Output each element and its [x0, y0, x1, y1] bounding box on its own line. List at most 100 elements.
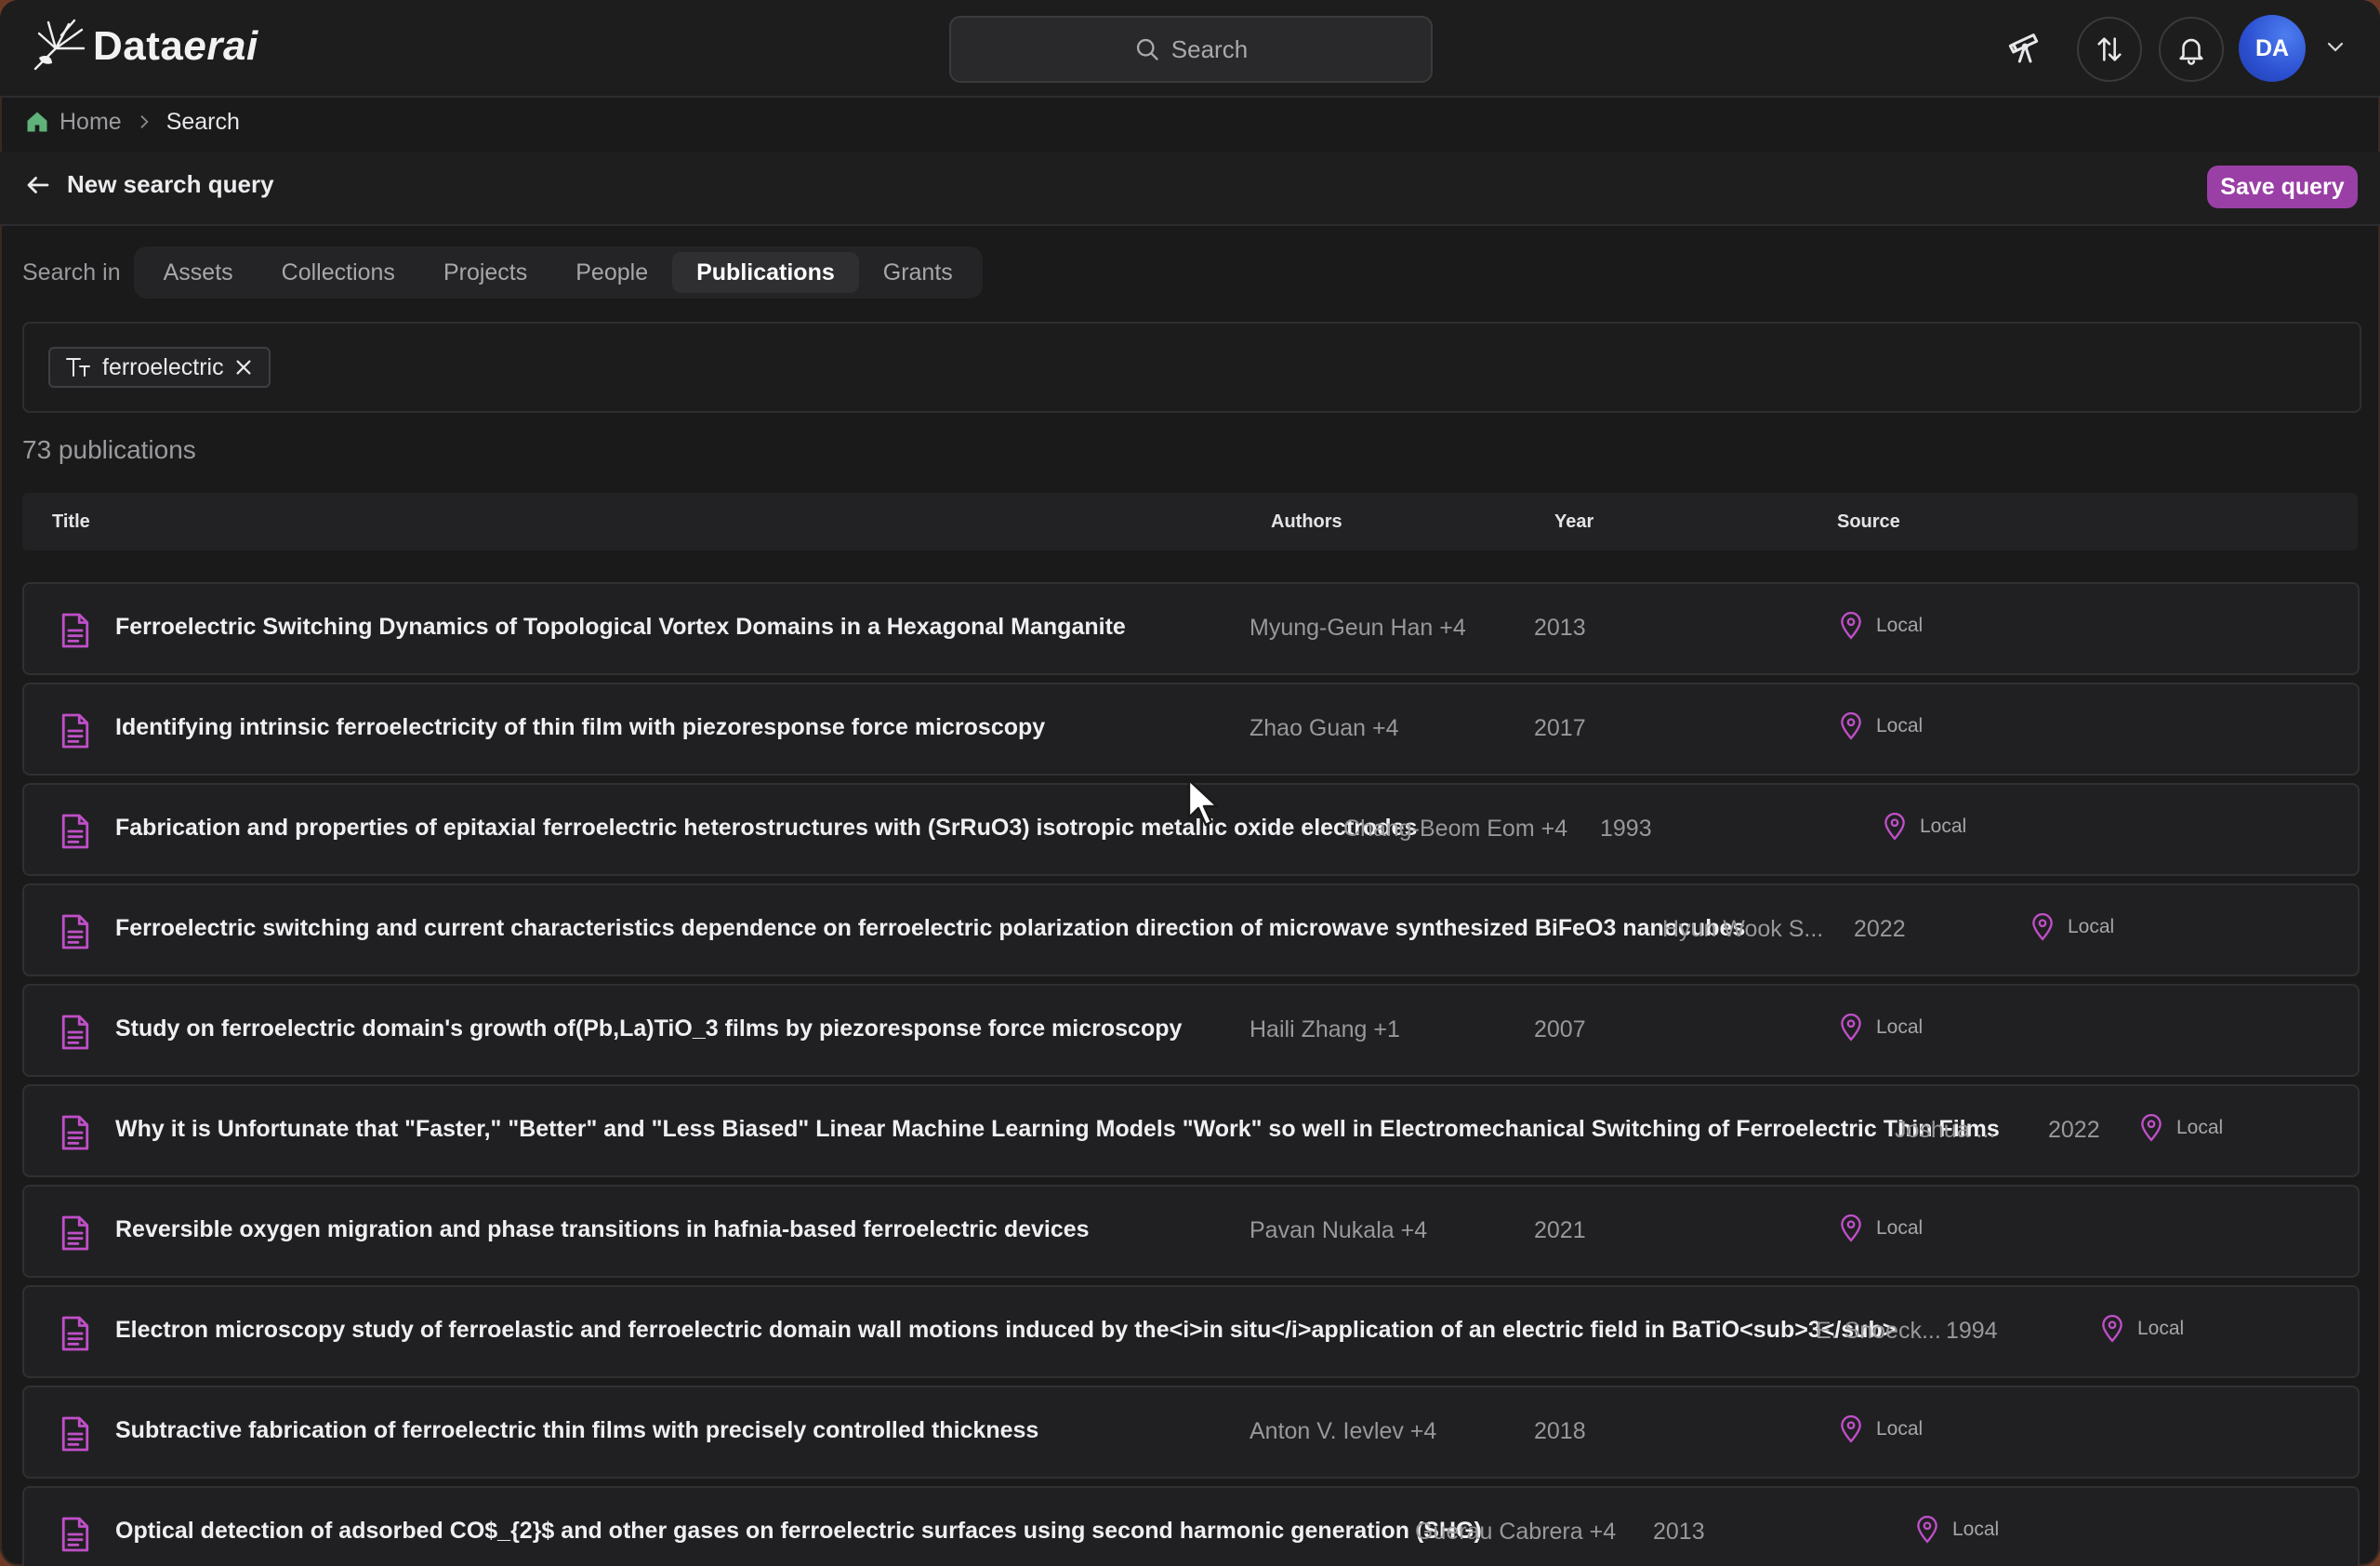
- publication-year: 2022: [2048, 1117, 2100, 1143]
- search-in-label: Search in: [22, 259, 121, 285]
- breadcrumb-home[interactable]: Home: [24, 109, 122, 136]
- telescope-button[interactable]: [1995, 17, 2056, 78]
- back-label: New search query: [67, 170, 274, 198]
- table-row[interactable]: Reversible oxygen migration and phase tr…: [22, 1185, 2360, 1278]
- column-title[interactable]: Title: [52, 511, 90, 533]
- location-pin-icon: [2032, 913, 2053, 941]
- document-icon: [61, 814, 89, 849]
- publication-authors: Chang-Beom Eom +4: [1343, 816, 1568, 842]
- publication-source: Local: [2139, 1114, 2223, 1142]
- source-label: Local: [1876, 1016, 1924, 1038]
- publication-title[interactable]: Ferroelectric switching and current char…: [115, 915, 1745, 942]
- publication-source: Local: [1883, 813, 1966, 841]
- filter-chip-label: ferroelectric: [102, 353, 224, 380]
- logo-text: Dataerai: [93, 23, 258, 70]
- publication-source: Local: [1839, 712, 1923, 740]
- source-label: Local: [1920, 816, 1967, 837]
- logo[interactable]: Dataerai: [28, 17, 258, 76]
- breadcrumb-current: Search: [165, 108, 240, 135]
- tab-people[interactable]: People: [551, 252, 672, 293]
- text-type-icon: [66, 358, 90, 377]
- table-row[interactable]: Ferroelectric Switching Dynamics of Topo…: [22, 582, 2360, 675]
- back-button[interactable]: New search query: [24, 170, 274, 199]
- document-icon: [61, 914, 89, 949]
- result-count: 73 publications: [22, 435, 196, 464]
- publication-title[interactable]: Ferroelectric Switching Dynamics of Topo…: [115, 614, 1126, 641]
- publication-authors: Pavan Nukala +4: [1250, 1217, 1428, 1243]
- search-scope-tabs: Assets Collections Projects People Publi…: [133, 246, 983, 299]
- filter-chip[interactable]: ferroelectric: [48, 347, 271, 388]
- document-icon: [61, 1416, 89, 1452]
- publication-year: 2021: [1534, 1217, 1586, 1243]
- document-icon: [61, 1015, 89, 1050]
- publication-authors: E. Snoeck...: [1816, 1318, 1941, 1344]
- table-row[interactable]: Electron microscopy study of ferroelasti…: [22, 1285, 2360, 1378]
- tab-grants[interactable]: Grants: [859, 252, 977, 293]
- publication-title[interactable]: Optical detection of adsorbed CO$_{2}$ a…: [115, 1518, 1482, 1545]
- save-query-button[interactable]: Save query: [2207, 166, 2358, 208]
- tab-collections[interactable]: Collections: [258, 252, 419, 293]
- publication-source: Local: [1839, 1214, 1923, 1242]
- query-header: New search query Save query: [0, 152, 2380, 226]
- app-window: Dataerai Search DA Home Search New searc…: [0, 0, 2380, 1566]
- source-label: Local: [2176, 1117, 2224, 1138]
- bell-icon: [2179, 38, 2203, 65]
- tab-projects[interactable]: Projects: [419, 252, 551, 293]
- table-row[interactable]: Optical detection of adsorbed CO$_{2}$ a…: [22, 1486, 2360, 1566]
- publication-source: Local: [1839, 612, 1923, 640]
- publication-source: Local: [1839, 1415, 1923, 1443]
- tab-publications[interactable]: Publications: [672, 252, 859, 293]
- publication-title[interactable]: Reversible oxygen migration and phase tr…: [115, 1216, 1090, 1243]
- table-row[interactable]: Study on ferroelectric domain's growth o…: [22, 984, 2360, 1077]
- publication-authors: Joshua ...: [1895, 1117, 1996, 1143]
- filter-input-area[interactable]: ferroelectric: [22, 322, 2361, 413]
- table-row[interactable]: Subtractive fabrication of ferroelectric…: [22, 1386, 2360, 1479]
- location-pin-icon: [1841, 1415, 1861, 1443]
- table-row[interactable]: Identifying intrinsic ferroelectricity o…: [22, 683, 2360, 776]
- publication-authors: Myung-Geun Han +4: [1250, 615, 1466, 641]
- document-icon: [61, 613, 89, 648]
- publication-source: Local: [2100, 1315, 2184, 1343]
- home-icon: [27, 112, 47, 132]
- publication-source: Local: [1915, 1516, 1999, 1544]
- telescope-icon: [2008, 33, 2039, 63]
- publication-authors: Hyun Wook S...: [1662, 916, 1824, 942]
- publication-title[interactable]: Electron microscopy study of ferroelasti…: [115, 1317, 1896, 1344]
- breadcrumb-home-label: Home: [60, 108, 122, 135]
- table-row[interactable]: Ferroelectric switching and current char…: [22, 883, 2360, 976]
- logo-text-prefix: Data: [93, 23, 184, 69]
- breadcrumb: Home Search: [24, 106, 240, 138]
- source-label: Local: [1876, 1217, 1924, 1239]
- chevron-down-icon[interactable]: [2324, 35, 2347, 58]
- publication-year: 2013: [1653, 1519, 1705, 1545]
- logo-text-suffix: erai: [183, 23, 258, 69]
- column-year[interactable]: Year: [1554, 511, 1593, 533]
- publication-title[interactable]: Study on ferroelectric domain's growth o…: [115, 1015, 1182, 1042]
- search-placeholder: Search: [1170, 34, 1249, 63]
- publication-title[interactable]: Why it is Unfortunate that "Faster," "Be…: [115, 1116, 2000, 1143]
- location-pin-icon: [1884, 813, 1905, 841]
- arrow-left-icon: [27, 176, 49, 193]
- chevron-right-icon: [140, 115, 149, 128]
- notifications-button[interactable]: [2159, 17, 2224, 82]
- document-icon: [61, 1115, 89, 1150]
- publication-title[interactable]: Identifying intrinsic ferroelectricity o…: [115, 714, 1045, 741]
- column-source[interactable]: Source: [1837, 511, 1900, 533]
- user-avatar[interactable]: DA: [2239, 15, 2306, 82]
- global-search-input[interactable]: Search: [949, 16, 1433, 83]
- location-pin-icon: [1841, 712, 1861, 740]
- publication-year: 1994: [1946, 1318, 1998, 1344]
- source-label: Local: [1876, 715, 1924, 737]
- table-row[interactable]: Why it is Unfortunate that "Faster," "Be…: [22, 1084, 2360, 1177]
- transfer-arrows-icon: [2097, 37, 2122, 61]
- publication-title[interactable]: Subtractive fabrication of ferroelectric…: [115, 1417, 1038, 1444]
- publication-authors: Zhao Guan +4: [1250, 715, 1399, 741]
- column-authors[interactable]: Authors: [1271, 511, 1342, 533]
- tab-assets[interactable]: Assets: [139, 252, 258, 293]
- close-icon[interactable]: [233, 357, 254, 378]
- transfer-button[interactable]: [2077, 17, 2142, 82]
- source-label: Local: [1876, 615, 1924, 636]
- search-icon: [1136, 38, 1158, 60]
- source-label: Local: [1952, 1519, 2000, 1540]
- publication-year: 2007: [1534, 1016, 1586, 1042]
